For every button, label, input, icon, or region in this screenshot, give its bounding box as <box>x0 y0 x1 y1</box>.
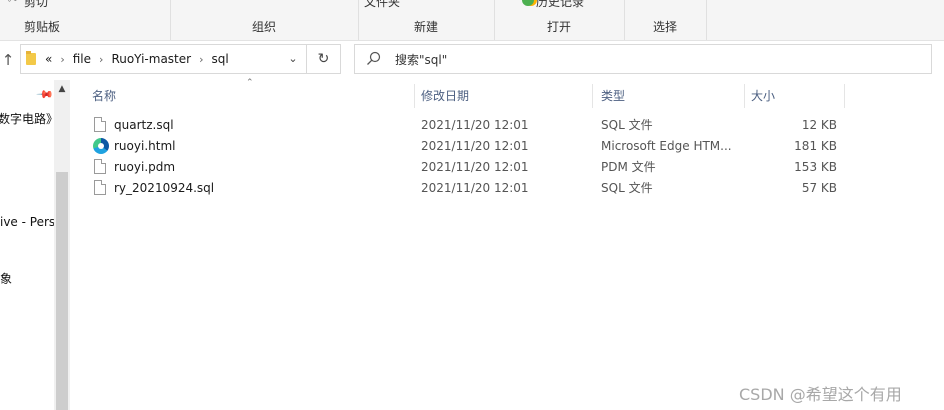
file-size: 57 KB <box>801 181 837 195</box>
search-box[interactable] <box>354 44 932 74</box>
file-icon <box>94 117 106 132</box>
file-row[interactable]: ruoyi.html 2021/11/20 12:01 Microsoft Ed… <box>88 136 848 157</box>
address-bar[interactable]: « › file › RuoYi-master › sql ⌄ <box>20 44 307 74</box>
edge-icon <box>93 138 109 154</box>
column-header-name[interactable]: 名称 <box>84 84 415 108</box>
breadcrumb-item[interactable]: file <box>73 45 91 73</box>
cut-button[interactable]: 剪切 <box>24 0 48 10</box>
file-date: 2021/11/20 12:01 <box>421 118 529 132</box>
file-date: 2021/11/20 12:01 <box>421 181 529 195</box>
folder-icon <box>26 51 36 65</box>
refresh-icon: ↻ <box>317 51 330 67</box>
ribbon: ✂ 剪切 剪贴板 组织 文件夹 新建 历史记录 打开 选择 <box>0 0 944 41</box>
column-header-type[interactable]: 类型 <box>593 84 745 108</box>
file-name: ry_20210924.sql <box>114 181 215 195</box>
column-header-date[interactable]: 修改日期 <box>413 84 593 108</box>
file-name: ruoyi.html <box>114 139 176 153</box>
breadcrumb: « › file › RuoYi-master › sql <box>45 45 229 73</box>
scissors-icon: ✂ <box>8 0 20 6</box>
file-icon <box>94 180 106 195</box>
pin-icon[interactable]: 📌 <box>35 85 54 104</box>
history-button[interactable]: 历史记录 <box>536 0 584 10</box>
column-header-size[interactable]: 大小 <box>743 84 845 108</box>
navigation-pane: 📌 数字电路》 ive - Perso 象 ▲ <box>0 80 70 410</box>
ribbon-group-organize: 组织 <box>170 0 359 40</box>
up-arrow-button[interactable]: ↑ <box>0 50 16 70</box>
file-date: 2021/11/20 12:01 <box>421 139 529 153</box>
ribbon-group-label-open: 打开 <box>546 20 571 34</box>
file-type: SQL 文件 <box>601 181 653 195</box>
search-input[interactable] <box>393 49 917 71</box>
ribbon-group-label-organize: 组织 <box>251 20 276 34</box>
ribbon-group-select: 选择 <box>624 0 707 40</box>
file-date: 2021/11/20 12:01 <box>421 160 529 174</box>
file-icon <box>94 159 106 174</box>
chevron-right-icon: › <box>99 53 104 66</box>
ribbon-group-new: 文件夹 新建 <box>358 0 495 40</box>
breadcrumb-item[interactable]: sql <box>211 45 228 73</box>
ribbon-group-clipboard: ✂ 剪切 剪贴板 <box>0 0 171 40</box>
file-type: SQL 文件 <box>601 118 653 132</box>
nav-scrollbar[interactable]: ▲ <box>54 80 70 410</box>
breadcrumb-overflow[interactable]: « <box>45 45 52 73</box>
file-name: ruoyi.pdm <box>114 160 176 174</box>
scrollbar-thumb[interactable] <box>56 172 68 410</box>
history-icon <box>522 0 534 6</box>
file-row[interactable]: quartz.sql 2021/11/20 12:01 SQL 文件 12 KB <box>88 115 848 136</box>
ribbon-group-label-new: 新建 <box>413 20 438 34</box>
file-size: 181 KB <box>794 139 837 153</box>
chevron-right-icon: › <box>60 53 65 66</box>
file-name: quartz.sql <box>114 118 174 132</box>
file-size: 12 KB <box>801 118 837 132</box>
chevron-right-icon: › <box>199 53 204 66</box>
refresh-button[interactable]: ↻ <box>307 44 341 74</box>
file-size: 153 KB <box>794 160 837 174</box>
ribbon-group-label-clipboard: 剪贴板 <box>24 20 61 34</box>
file-row[interactable]: ruoyi.pdm 2021/11/20 12:01 PDM 文件 153 KB <box>88 157 848 178</box>
scroll-up-icon[interactable]: ▲ <box>54 84 70 94</box>
nav-item[interactable]: 象 <box>0 270 12 287</box>
file-type: PDM 文件 <box>601 160 656 174</box>
breadcrumb-item[interactable]: RuoYi-master <box>111 45 191 73</box>
watermark: CSDN @希望这个有用 <box>739 385 902 404</box>
ribbon-group-label-select: 选择 <box>652 20 677 34</box>
nav-item[interactable]: 数字电路》 <box>0 110 58 127</box>
file-type: Microsoft Edge HTM... <box>601 139 732 153</box>
file-row[interactable]: ry_20210924.sql 2021/11/20 12:01 SQL 文件 … <box>88 178 848 199</box>
ribbon-group-open: 历史记录 打开 <box>494 0 625 40</box>
search-icon <box>367 51 381 65</box>
new-folder-button[interactable]: 文件夹 <box>364 0 400 10</box>
chevron-down-icon[interactable]: ⌄ <box>280 45 306 73</box>
